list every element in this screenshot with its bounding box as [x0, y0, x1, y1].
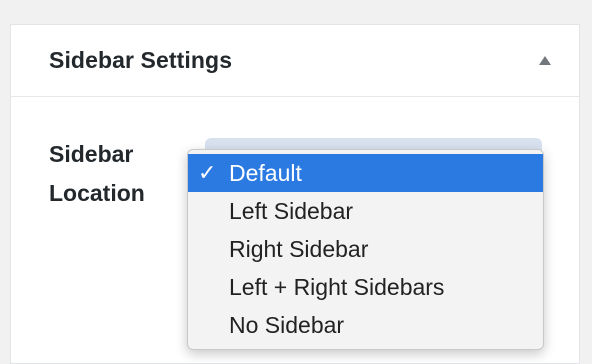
option-left-right-sidebars[interactable]: Left + Right Sidebars [188, 268, 543, 306]
label-line-1: Sidebar [49, 141, 134, 167]
option-right-sidebar[interactable]: Right Sidebar [188, 230, 543, 268]
checkmark-icon: ✓ [198, 160, 217, 185]
option-label: No Sidebar [229, 312, 345, 338]
option-label: Right Sidebar [229, 236, 369, 262]
option-label: Default [229, 160, 302, 186]
sidebar-location-dropdown[interactable]: ✓ Default Left Sidebar Right Sidebar Lef… [187, 149, 544, 350]
sidebar-location-label: Sidebar Location [49, 135, 179, 213]
option-left-sidebar[interactable]: Left Sidebar [188, 192, 543, 230]
panel-header[interactable]: Sidebar Settings [11, 25, 579, 97]
option-default[interactable]: ✓ Default [188, 154, 543, 192]
triangle-up-icon[interactable] [539, 56, 551, 65]
label-line-2: Location [49, 180, 145, 206]
option-label: Left + Right Sidebars [229, 274, 445, 300]
option-label: Left Sidebar [229, 198, 354, 224]
panel-title: Sidebar Settings [49, 47, 233, 73]
option-no-sidebar[interactable]: No Sidebar [188, 306, 543, 344]
